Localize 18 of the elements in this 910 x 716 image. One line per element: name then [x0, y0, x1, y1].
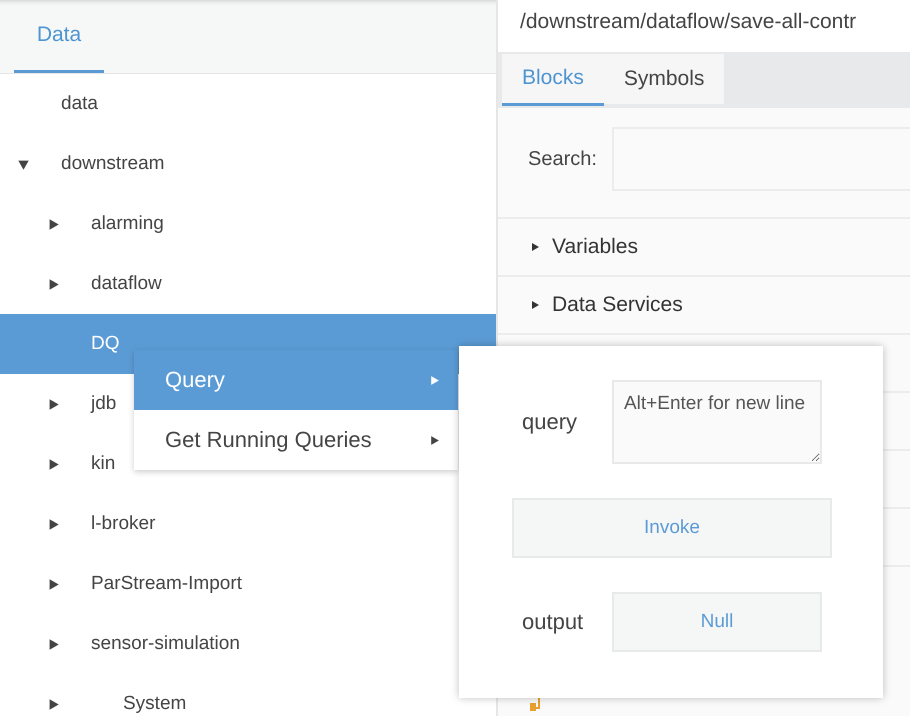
section-label: Data Services [552, 293, 683, 317]
output-label: output [522, 609, 584, 635]
tree-label: dataflow [91, 273, 162, 295]
tree-label: downstream [61, 153, 164, 175]
tree-label: data [61, 93, 98, 115]
tree-label: alarming [91, 213, 164, 235]
output-value: Null [612, 592, 822, 652]
section-label: Variables [552, 235, 638, 259]
query-label: query [522, 409, 578, 435]
tree-label: DQ [91, 333, 120, 355]
tree-label: kin [91, 453, 116, 475]
search-label: Search: [528, 148, 597, 171]
path-text: /downstream/dataflow/save-all-contr [498, 0, 910, 52]
tree-label: l-broker [91, 513, 156, 535]
tree-label: ParStream-Import [91, 573, 242, 595]
tree-label: sensor-simulation [91, 633, 240, 655]
tree-label: jdb [91, 393, 116, 415]
tree-label: System [123, 693, 186, 715]
